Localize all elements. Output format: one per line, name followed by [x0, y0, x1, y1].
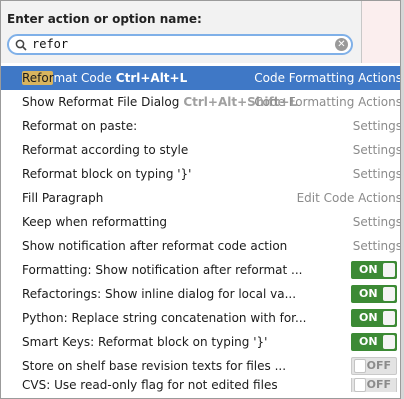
list-item-label: Show notification after reformat code ac…	[22, 239, 288, 253]
list-item-label: Python: Replace string concatenation wit…	[22, 311, 307, 325]
toggle-knob	[383, 263, 395, 277]
list-item[interactable]: Fill Paragraph Edit Code Actions	[1, 186, 401, 210]
popup-title: Enter action or option name:	[7, 12, 202, 26]
background-editor-strip	[362, 1, 400, 63]
list-item-label: Smart Keys: Reformat block on typing '}'	[22, 335, 268, 349]
results-list: Reformat Code Ctrl+Alt+L Code Formatting …	[1, 66, 401, 392]
popup-header: Enter action or option name: refor ✕	[1, 1, 362, 63]
list-item[interactable]: Reformat Code Ctrl+Alt+L Code Formatting …	[1, 66, 401, 90]
list-item[interactable]: Smart Keys: Reformat block on typing '}'…	[1, 330, 400, 354]
list-item[interactable]: Show notification after reformat code ac…	[1, 234, 401, 258]
list-item[interactable]: CVS: Use read-only flag for not edited f…	[1, 378, 400, 392]
toggle-knob	[354, 359, 366, 373]
list-item[interactable]: Show Reformat File Dialog Ctrl+Alt+Shift+…	[1, 90, 401, 114]
list-item-label: Formatting: Show notification after refo…	[22, 263, 303, 277]
category-label: Code Formatting Actions	[254, 71, 401, 85]
toggle-knob	[383, 335, 395, 349]
toggle-knob	[354, 378, 366, 392]
clear-icon[interactable]: ✕	[335, 38, 348, 51]
find-action-popup: Enter action or option name: refor ✕ Ref…	[0, 0, 401, 399]
category-label: Settings	[352, 143, 401, 157]
category-label: Settings	[352, 215, 401, 229]
option-toggle[interactable]: ON	[351, 285, 397, 303]
search-input[interactable]: refor ✕	[7, 34, 353, 55]
list-item-label: Fill Paragraph	[22, 191, 104, 205]
list-item-label: Store on shelf base revision texts for f…	[22, 359, 287, 373]
toggle-knob	[383, 311, 395, 325]
list-item-label: mat Code	[53, 71, 112, 85]
list-item-label: Refactorings: Show inline dialog for loc…	[22, 287, 297, 301]
list-item[interactable]: Refactorings: Show inline dialog for loc…	[1, 282, 400, 306]
search-icon	[15, 39, 27, 51]
option-toggle[interactable]: OFF	[351, 357, 397, 375]
search-input-value[interactable]: refor	[32, 37, 68, 51]
list-item[interactable]: Keep when reformatting Settings	[1, 210, 401, 234]
list-item[interactable]: Reformat on paste: Settings	[1, 114, 401, 138]
match-highlight: Refor	[22, 71, 54, 85]
list-item-label: Show Reformat File Dialog	[22, 95, 180, 109]
list-item-label: Reformat block on typing '}'	[22, 167, 192, 181]
option-toggle[interactable]: OFF	[351, 378, 397, 392]
category-label: Code Formatting Actions	[254, 95, 401, 109]
option-toggle[interactable]: ON	[351, 333, 397, 351]
list-item-label: CVS: Use read-only flag for not edited f…	[22, 378, 278, 392]
category-label: Settings	[352, 119, 401, 133]
list-item-label: Reformat on paste:	[22, 119, 138, 133]
option-toggle[interactable]: ON	[351, 309, 397, 327]
list-item[interactable]: Python: Replace string concatenation wit…	[1, 306, 400, 330]
list-item-label: Keep when reformatting	[22, 215, 168, 229]
category-label: Settings	[352, 167, 401, 181]
list-item[interactable]: Reformat according to style Settings	[1, 138, 401, 162]
list-item[interactable]: Formatting: Show notification after refo…	[1, 258, 400, 282]
list-item[interactable]: Store on shelf base revision texts for f…	[1, 354, 400, 378]
category-label: Edit Code Actions	[296, 191, 401, 205]
toggle-knob	[383, 287, 395, 301]
list-item[interactable]: Reformat block on typing '}' Settings	[1, 162, 401, 186]
shortcut-label: Ctrl+Alt+L	[115, 71, 188, 85]
category-label: Settings	[352, 239, 401, 253]
option-toggle[interactable]: ON	[351, 261, 397, 279]
list-item-label: Reformat according to style	[22, 143, 189, 157]
